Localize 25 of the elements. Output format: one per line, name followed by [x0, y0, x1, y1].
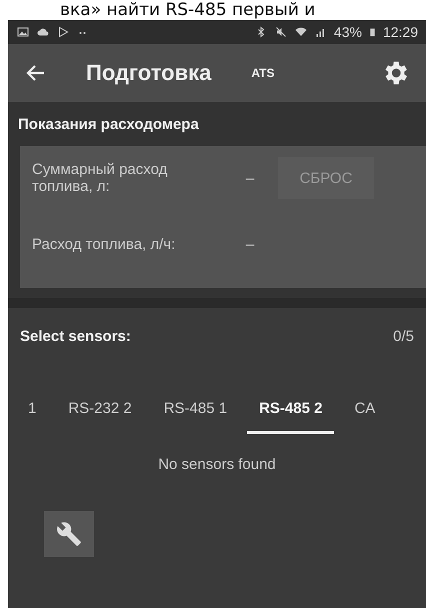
port-tab[interactable]: RS-485 2 [247, 400, 334, 434]
port-tab[interactable]: CA [342, 400, 388, 434]
play-icon [56, 26, 70, 38]
tool-button[interactable] [44, 511, 94, 557]
ats-label: ATS [251, 66, 274, 80]
mute-icon [274, 26, 288, 38]
clock-time: 12:29 [382, 24, 418, 40]
reading-value: – [244, 170, 256, 186]
section-title: Показания расходомера [18, 116, 199, 132]
empty-message: No sensors found [157, 456, 277, 473]
port-tab[interactable]: RS-485 1 [152, 400, 240, 434]
reading-label: Суммарный расход топлива, л: [32, 161, 168, 195]
port-tab[interactable]: RS-232 2 [56, 400, 144, 434]
cloud-icon [36, 26, 50, 38]
reading-value: – [244, 236, 256, 252]
wrench-icon [56, 521, 82, 547]
screen-title: Подготовка [86, 60, 212, 86]
wifi-icon [294, 26, 308, 38]
caption-text: вка» найти RS-485 первый и [59, 0, 316, 20]
port-tab[interactable]: 1 [16, 400, 48, 434]
reading-label: Расход топлива, л/ч: [32, 236, 176, 252]
sensors-title: Select sensors: [20, 328, 131, 344]
image-icon [16, 26, 30, 38]
battery-percent: 43% [334, 24, 362, 40]
sensor-count: 0/5 [393, 328, 414, 344]
